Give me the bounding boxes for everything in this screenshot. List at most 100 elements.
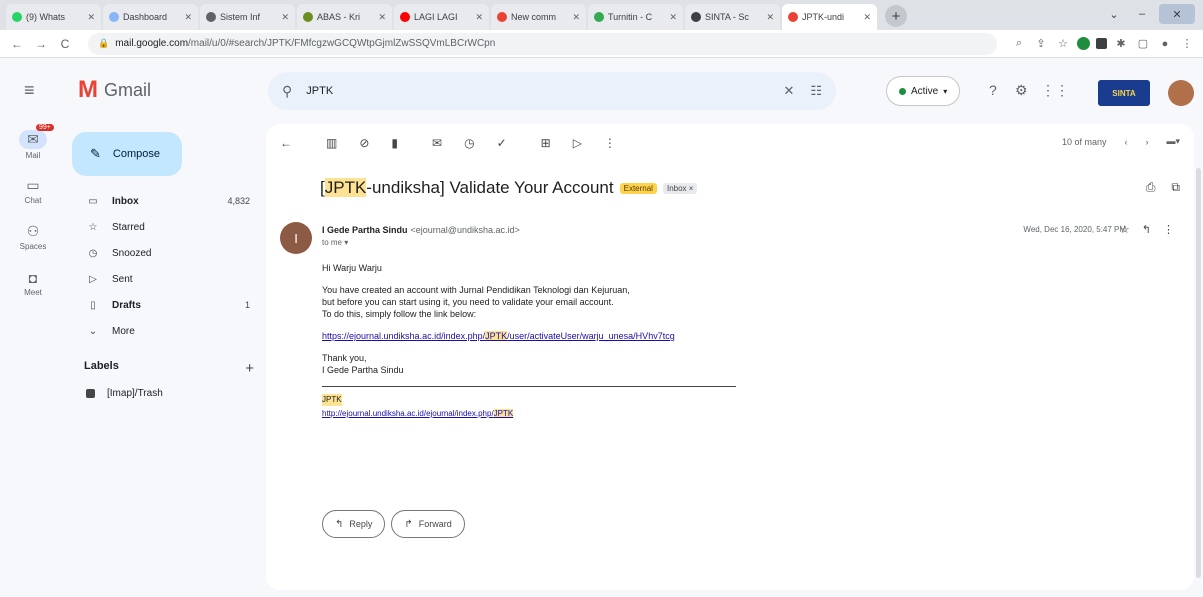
status-selector[interactable]: Active ▾	[886, 76, 961, 106]
tab-close-icon[interactable]: ✕	[281, 12, 289, 23]
bookmark-star-icon[interactable]: ☆	[1055, 36, 1071, 52]
zoom-icon[interactable]: ⌕	[1011, 36, 1027, 52]
close-window-button[interactable]: ✕	[1159, 4, 1195, 24]
browser-tab[interactable]: JPTK-undi ✕	[782, 4, 877, 30]
sidebar-item-starred[interactable]: ☆ Starred	[66, 214, 262, 240]
sender-avatar[interactable]: I	[280, 222, 312, 254]
tab-close-icon[interactable]: ✕	[766, 12, 774, 23]
sidebar-item-inbox[interactable]: ▭ Inbox 4,832	[66, 188, 262, 214]
move-to-icon[interactable]: ⊞	[541, 136, 551, 150]
new-tab-button[interactable]: +	[885, 5, 907, 27]
label-icon[interactable]: ▷	[573, 136, 582, 150]
folder-list: ▭ Inbox 4,832 ☆ Starred ◷ Snoozed ▷ Sent ▯ Drafts 1…	[66, 188, 262, 344]
browser-tab[interactable]: SINTA - Sc ✕	[685, 4, 780, 30]
forward-icon[interactable]: →	[32, 37, 50, 51]
extensions-puzzle-icon[interactable]: ✱	[1113, 36, 1129, 52]
account-brand-logo[interactable]: SINTA	[1098, 80, 1150, 106]
label-item-trash[interactable]: [Imap]/Trash	[86, 388, 163, 399]
more-options-icon[interactable]: ⋮	[1163, 223, 1174, 236]
forward-button[interactable]: ↱ Forward	[391, 510, 465, 538]
apps-grid-icon[interactable]: ⋮⋮	[1041, 82, 1069, 99]
more-actions-icon[interactable]: ⋮	[604, 136, 616, 150]
snooze-icon[interactable]: ◷	[464, 136, 474, 150]
sidebar-item-count: 4,832	[227, 196, 250, 206]
drafts-icon: ▯	[90, 299, 96, 311]
reload-icon[interactable]: C	[56, 37, 74, 51]
tab-close-icon[interactable]: ✕	[378, 12, 386, 23]
starred-icon: ☆	[88, 221, 98, 233]
open-new-window-icon[interactable]: ⧉	[1171, 180, 1180, 195]
tab-favicon-icon	[788, 12, 798, 22]
app-rail: ✉ 99+ Mail ▭ Chat ⚇ Spaces ◘ Meet	[0, 122, 66, 306]
recipient-toggle[interactable]: to me ▾	[322, 238, 348, 247]
journal-link[interactable]: http://ejournal.undiksha.ac.id/ejournal/…	[322, 409, 514, 418]
print-icon[interactable]: ⎙	[1146, 180, 1156, 195]
tab-label: Dashboard	[123, 12, 168, 22]
back-icon[interactable]: ←	[8, 37, 26, 51]
account-avatar[interactable]	[1168, 80, 1194, 106]
extension-square-icon[interactable]	[1096, 38, 1107, 49]
newer-chevron-icon[interactable]: ‹	[1124, 137, 1127, 147]
browser-menu-icon[interactable]: ⋮	[1179, 36, 1195, 52]
gmail-logo[interactable]: M Gmail	[78, 76, 151, 104]
tab-close-icon[interactable]: ✕	[572, 12, 580, 23]
tab-close-icon[interactable]: ✕	[669, 12, 677, 23]
search-options-icon[interactable]: ☷	[810, 83, 822, 99]
browser-tab[interactable]: Dashboard ✕	[103, 4, 198, 30]
tab-search-icon[interactable]: ⌄	[1103, 4, 1125, 24]
rail-chat[interactable]: ▭ Chat	[0, 168, 66, 214]
main-menu-icon[interactable]: ≡	[24, 80, 35, 101]
archive-icon[interactable]: ▥	[326, 136, 337, 150]
browser-tab[interactable]: New comm ✕	[491, 4, 586, 30]
star-icon[interactable]: ☆	[1120, 223, 1130, 236]
compose-label: Compose	[112, 148, 160, 160]
sidebar-item-more[interactable]: ⌄ More	[66, 318, 262, 344]
browser-tab[interactable]: Sistem Inf ✕	[200, 4, 295, 30]
rail-mail[interactable]: ✉ 99+ Mail	[0, 122, 66, 168]
sender-line: I Gede Partha Sindu <ejournal@undiksha.ac…	[322, 225, 520, 235]
validation-link[interactable]: https://ejournal.undiksha.ac.id/index.ph…	[322, 331, 675, 341]
compose-button[interactable]: ✎ Compose	[72, 132, 182, 176]
delete-icon[interactable]: ▮	[391, 136, 398, 150]
page-scrollbar[interactable]	[1196, 168, 1201, 578]
subject-row: [JPTK-undiksha] Validate Your Account Ex…	[320, 178, 698, 198]
signoff-name: I Gede Partha Sindu	[322, 365, 404, 375]
sidebar-item-sent[interactable]: ▷ Sent	[66, 266, 262, 292]
input-tools-icon[interactable]: ▬▾	[1166, 136, 1180, 147]
browser-tab[interactable]: Turnitin - C ✕	[588, 4, 683, 30]
mark-unread-icon[interactable]: ✉	[432, 136, 442, 150]
sidebar-item-snoozed[interactable]: ◷ Snoozed	[66, 240, 262, 266]
reply-icon[interactable]: ↰	[1142, 223, 1151, 236]
report-spam-icon[interactable]: ⊘	[359, 136, 369, 150]
browser-tab[interactable]: LAGI LAGI ✕	[394, 4, 489, 30]
tab-close-icon[interactable]: ✕	[863, 12, 871, 23]
tab-close-icon[interactable]: ✕	[475, 12, 483, 23]
rail-meet[interactable]: ◘ Meet	[0, 260, 66, 306]
share-icon[interactable]: ⇪	[1033, 36, 1049, 52]
browser-tab[interactable]: ABAS - Kri ✕	[297, 4, 392, 30]
older-chevron-icon[interactable]: ›	[1145, 137, 1148, 147]
tab-close-icon[interactable]: ✕	[184, 12, 192, 23]
add-task-icon[interactable]: ✓	[497, 136, 507, 150]
url-input[interactable]: 🔒 mail.google.com/mail/u/0/#search/JPTK/…	[88, 32, 997, 55]
reply-button[interactable]: ↰ Reply	[322, 510, 386, 538]
inbox-chip[interactable]: Inbox ×	[662, 182, 698, 194]
search-icon[interactable]: ⚲	[282, 83, 292, 100]
back-to-search-icon[interactable]: ←	[280, 136, 292, 150]
minimize-button[interactable]: –	[1131, 4, 1153, 24]
settings-gear-icon[interactable]: ⚙	[1015, 82, 1028, 99]
profile-icon[interactable]: ●	[1157, 36, 1173, 52]
sender-name[interactable]: I Gede Partha Sindu	[322, 225, 408, 235]
extension-green-icon[interactable]	[1077, 37, 1090, 50]
clear-search-icon[interactable]: ✕	[783, 83, 794, 99]
tab-close-icon[interactable]: ✕	[87, 12, 95, 23]
help-icon[interactable]: ?	[989, 82, 997, 98]
gmail-logo-text: Gmail	[104, 79, 152, 100]
browser-tab[interactable]: (9) Whats ✕	[6, 4, 101, 30]
tab-label: SINTA - Sc	[705, 12, 749, 22]
search-input[interactable]	[306, 85, 768, 97]
sidepanel-icon[interactable]: ▢	[1135, 36, 1151, 52]
add-label-icon[interactable]: +	[245, 360, 254, 377]
sidebar-item-drafts[interactable]: ▯ Drafts 1	[66, 292, 262, 318]
rail-spaces[interactable]: ⚇ Spaces	[0, 214, 66, 260]
